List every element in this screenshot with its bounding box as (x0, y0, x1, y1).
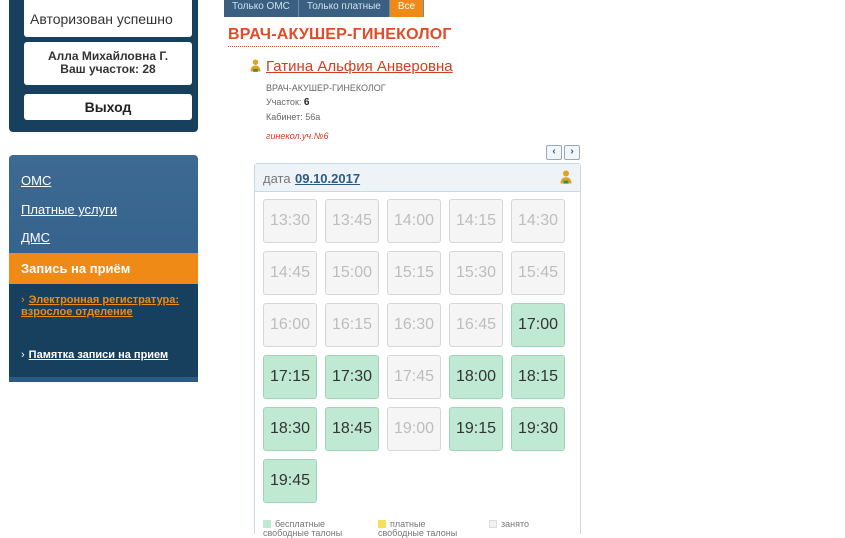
time-slot-free[interactable]: 18:45 (325, 407, 379, 451)
legend-paid-swatch (378, 520, 386, 528)
legend-busy-swatch (489, 520, 497, 528)
tab-oms-only[interactable]: Только ОМС (224, 0, 299, 17)
person-icon (250, 59, 261, 72)
time-slot-free[interactable]: 17:15 (263, 355, 317, 399)
sidebar-nav: ОМС Платные услуги ДМС Запись на приём ›… (9, 155, 198, 382)
area-value: 6 (303, 97, 310, 108)
time-slot-busy: 13:30 (263, 199, 317, 243)
auth-status: Авторизован успешно (24, 0, 192, 37)
schedule-header: дата 09.10.2017 (255, 164, 580, 192)
time-slot-busy: 13:45 (325, 199, 379, 243)
chevron-left-icon: ‹ (552, 146, 556, 157)
time-slot-free[interactable]: 19:15 (449, 407, 503, 451)
time-slot-free[interactable]: 19:30 (511, 407, 565, 451)
time-slot-busy: 16:00 (263, 303, 317, 347)
filter-tabs: Только ОМС Только платные Все (224, 0, 425, 17)
time-slot-free[interactable]: 18:30 (263, 407, 317, 451)
legend-free: бесплатные свободные талоны (263, 520, 368, 538)
doctor-cabinet: Кабинет: 56а (266, 112, 321, 122)
specialty-title: ВРАЧ-АКУШЕР-ГИНЕКОЛОГ (228, 26, 452, 43)
time-slot-busy: 15:30 (449, 251, 503, 295)
tab-all[interactable]: Все (389, 0, 425, 17)
time-slot-busy: 16:15 (325, 303, 379, 347)
date-value[interactable]: 09.10.2017 (295, 171, 360, 186)
legend-paid-label: платные свободные талоны (378, 519, 458, 538)
sub-item-memo[interactable]: › Памятка записи на прием (21, 349, 196, 361)
time-slot-busy: 19:00 (387, 407, 441, 451)
chevron-right-icon: › (570, 146, 574, 157)
auth-panel: Авторизован успешно Алла Михайловна Г. В… (9, 0, 198, 132)
area-label: Участок: (266, 97, 302, 107)
time-slot-free[interactable]: 19:45 (263, 459, 317, 503)
doctor-position: ВРАЧ-АКУШЕР-ГИНЕКОЛОГ (266, 83, 386, 93)
nav-item-oms[interactable]: ОМС (21, 173, 51, 188)
schedule-panel: дата 09.10.2017 13:30 13:45 14:00 14:15 14:3… (254, 163, 581, 538)
nav-bottom-edge (9, 377, 198, 382)
nav-item-paid-services[interactable]: Платные услуги (21, 202, 117, 217)
doctor-note: гинекол.уч.№6 (266, 131, 329, 141)
time-slot-free[interactable]: 18:15 (511, 355, 565, 399)
time-slot-free[interactable]: 18:00 (449, 355, 503, 399)
title-underline (228, 46, 439, 47)
bullet-icon: › (21, 294, 25, 306)
time-slot-free[interactable]: 17:30 (325, 355, 379, 399)
legend-free-label: бесплатные свободные талоны (263, 519, 343, 538)
time-slot-busy: 14:30 (511, 199, 565, 243)
next-date-button[interactable]: › (564, 145, 580, 160)
user-info: Алла Михайловна Г. Ваш участок: 28 (24, 42, 192, 85)
time-slot-busy: 15:00 (325, 251, 379, 295)
time-slot-free[interactable]: 17:00 (511, 303, 565, 347)
user-area: Ваш участок: 28 (60, 62, 156, 76)
bullet-icon: › (21, 349, 25, 361)
time-slot-busy: 17:45 (387, 355, 441, 399)
doctor-area: Участок: 6 (266, 97, 309, 108)
nav-item-dms[interactable]: ДМС (21, 230, 50, 245)
time-slot-busy: 14:45 (263, 251, 317, 295)
sub-item-e-registry[interactable]: › Электронная регистратура: взрослое отде… (21, 294, 191, 318)
time-slot-busy: 16:45 (449, 303, 503, 347)
time-slot-busy: 15:15 (387, 251, 441, 295)
legend-paid: платные свободные талоны (378, 520, 468, 538)
time-slot-busy: 14:15 (449, 199, 503, 243)
logout-button[interactable]: Выход (24, 94, 192, 120)
doctor-icon (560, 170, 572, 184)
tab-paid-only[interactable]: Только платные (298, 0, 390, 17)
legend-busy-label: занято (501, 519, 530, 529)
time-slot-busy: 15:45 (511, 251, 565, 295)
doctor-name-link[interactable]: Гатина Альфия Анверовна (266, 58, 453, 75)
date-label: дата (263, 171, 291, 186)
sub-menu: › Электронная регистратура: взрослое отде… (9, 284, 198, 377)
time-slot-busy: 16:30 (387, 303, 441, 347)
sub-item-label: Электронная регистратура: взрослое отдел… (21, 294, 180, 318)
nav-item-appointment[interactable]: Запись на приём (9, 253, 198, 284)
legend-free-swatch (263, 520, 271, 528)
legend-busy: занято (489, 520, 529, 529)
prev-date-button[interactable]: ‹ (546, 145, 562, 160)
sub-item-label: Памятка записи на прием (28, 349, 169, 361)
time-slot-busy: 14:00 (387, 199, 441, 243)
